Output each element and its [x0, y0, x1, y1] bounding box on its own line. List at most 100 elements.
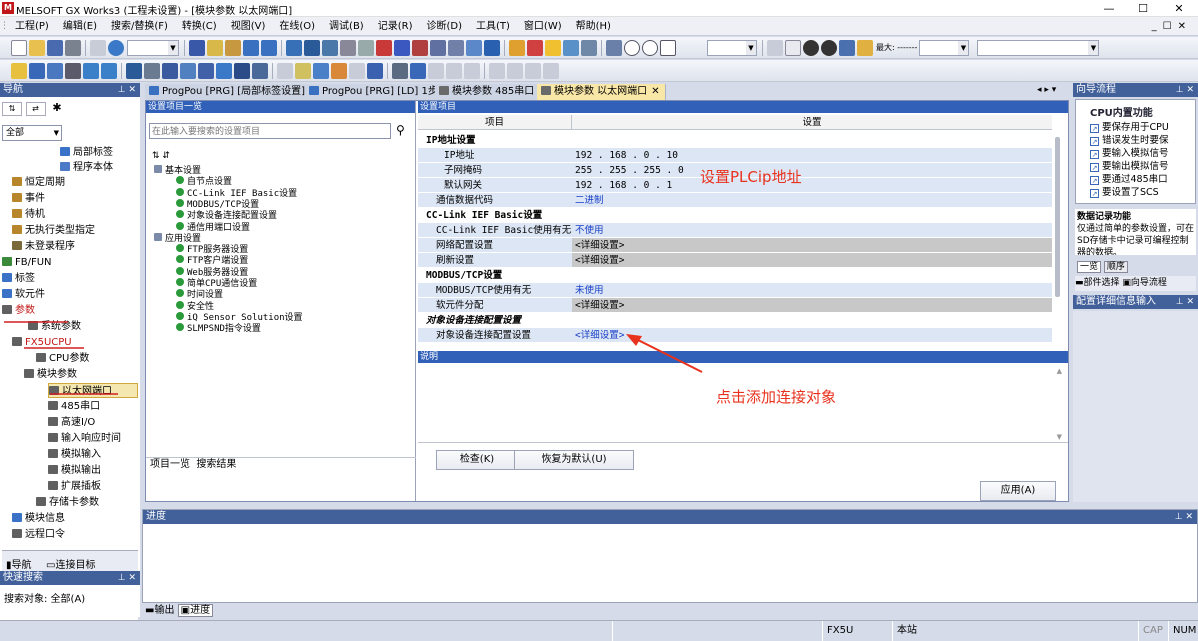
menu-item-3[interactable]: 转换(C): [175, 17, 224, 36]
find-icon[interactable]: [340, 40, 356, 56]
settings-tree-item[interactable]: 安全性: [176, 300, 214, 313]
settings-tree-item[interactable]: 自节点设置: [176, 176, 232, 188]
window-tile-icon[interactable]: [563, 40, 579, 56]
grid-row[interactable]: 刷新设置 <详细设置>: [418, 253, 1052, 268]
tree-item[interactable]: 高速I/O: [48, 415, 95, 430]
grid-row[interactable]: 对象设备连接配置设置 <详细设置>: [418, 328, 1052, 343]
target-combo[interactable]: ▼: [977, 40, 1100, 56]
note-icon[interactable]: [180, 63, 196, 79]
statement-icon[interactable]: [162, 63, 178, 79]
grid-setting-value[interactable]: 二进制: [572, 193, 1052, 208]
grid-group-row[interactable]: IP地址设置: [418, 133, 1052, 148]
tree-item[interactable]: 485串口: [48, 399, 100, 414]
settings-search-input[interactable]: 在此输入要搜索的设置项目: [149, 123, 391, 139]
tab-output[interactable]: ▬输出: [145, 605, 174, 616]
doc-tab[interactable]: 模块参数 以太网端口 ✕: [537, 84, 666, 100]
grid-setting-value[interactable]: <详细设置>: [572, 253, 1052, 268]
grid-row[interactable]: 软元件分配 <详细设置>: [418, 298, 1052, 313]
monitor-stop-icon[interactable]: [448, 40, 464, 56]
grid-setting-value[interactable]: 192 . 168 . 0 . 1: [572, 178, 1052, 193]
menu-item-11[interactable]: 帮助(H): [569, 17, 618, 36]
grid-setting-value[interactable]: 255 . 255 . 255 . 0: [572, 163, 1052, 178]
grid-setting-value[interactable]: <详细设置>: [572, 298, 1052, 313]
settings-tree-item[interactable]: FTP服务器设置: [176, 244, 248, 256]
layout-icon[interactable]: [767, 40, 783, 56]
cross-ref-icon[interactable]: [216, 63, 232, 79]
list-icon[interactable]: [446, 63, 462, 79]
tab-connection-target[interactable]: ▭连接目标: [46, 556, 95, 571]
grid-icon[interactable]: [428, 63, 444, 79]
io-icon[interactable]: [392, 63, 408, 79]
settings-tree-item[interactable]: 时间设置: [176, 289, 223, 301]
tab-navigation[interactable]: ▮导航: [6, 556, 32, 571]
replace-icon[interactable]: [358, 40, 374, 56]
doc-tab[interactable]: ProgPou [PRG] [LD] 1步: [305, 84, 444, 100]
minimize-button[interactable]: —: [1092, 0, 1126, 17]
sim-start-icon[interactable]: [545, 40, 561, 56]
watch-icon[interactable]: [484, 40, 500, 56]
view2-icon[interactable]: [507, 63, 523, 79]
cut-icon[interactable]: [189, 40, 205, 56]
wizard-item[interactable]: ↗ 错误发生时要保: [1076, 134, 1195, 147]
sim-stop-icon[interactable]: [527, 40, 543, 56]
event-icon[interactable]: [331, 63, 347, 79]
grid-group-row[interactable]: CC-Link IEF Basic设置: [418, 208, 1052, 223]
progress-pin-icon[interactable]: ⊥ ✕: [1175, 510, 1193, 524]
grid-row[interactable]: MODBUS/TCP使用有无 未使用: [418, 283, 1052, 298]
grid-setting-value[interactable]: 未使用: [572, 283, 1052, 298]
verify-plc-icon[interactable]: [412, 40, 428, 56]
tree-item[interactable]: 模拟输入: [48, 447, 101, 462]
tab-scroll-arrows[interactable]: ◂ ▸ ▾: [1037, 85, 1056, 95]
grid-row[interactable]: CC-Link IEF Basic使用有无 不使用: [418, 223, 1052, 238]
grid-group-row[interactable]: 对象设备连接配置设置: [418, 313, 1052, 328]
binoculars-search-icon[interactable]: ⚲: [396, 123, 405, 137]
doc-tab[interactable]: 模块参数 485串口: [435, 84, 541, 100]
simulator-icon[interactable]: [509, 40, 525, 56]
grid-setting-value[interactable]: 不使用: [572, 223, 1052, 238]
tab-search-results[interactable]: 搜索结果: [196, 459, 236, 470]
grid-row[interactable]: 网络配置设置 <详细设置>: [418, 238, 1052, 253]
restore-default-button[interactable]: 恢复为默认(U): [514, 450, 634, 470]
module-icon[interactable]: [367, 63, 383, 79]
detail-pin-icon[interactable]: ⊥ ✕: [1176, 295, 1194, 309]
grid-setting-value[interactable]: 192 . 168 . 0 . 10: [572, 148, 1052, 163]
undo-icon[interactable]: [243, 40, 259, 56]
wizard-item[interactable]: ↗ 要通过485串口: [1076, 173, 1195, 186]
diagnostic-icon[interactable]: [313, 63, 329, 79]
wizard-item[interactable]: ↗ 要保存用于CPU: [1076, 121, 1195, 134]
tab-sequence-view[interactable]: 顺序: [1103, 261, 1128, 273]
convert-all-icon[interactable]: [304, 40, 320, 56]
frame-icon[interactable]: [785, 40, 801, 56]
grid-scrollbar[interactable]: [1055, 137, 1060, 297]
tree-sort-icons[interactable]: ⇅ ⇵: [152, 151, 170, 161]
tab-parts-select[interactable]: ▬部件选择: [1075, 278, 1120, 288]
table-icon[interactable]: [464, 63, 480, 79]
menu-item-10[interactable]: 窗口(W): [517, 17, 569, 36]
device-monitor-icon[interactable]: [466, 40, 482, 56]
online-write-icon[interactable]: [295, 63, 311, 79]
settings-tree-item[interactable]: 简单CPU通信设置: [176, 278, 257, 290]
grid-row[interactable]: 通信数据代码 二进制: [418, 193, 1052, 208]
tab-wizard-flow[interactable]: ▣向导流程: [1122, 278, 1167, 288]
grid-group-row[interactable]: MODBUS/TCP设置: [418, 268, 1052, 283]
tab-close-icon[interactable]: ✕: [651, 86, 659, 97]
settings-tree-item[interactable]: Web服务器设置: [176, 266, 248, 279]
record-stop-icon[interactable]: [821, 40, 837, 56]
menu-item-7[interactable]: 记录(R): [371, 17, 420, 36]
settings-tree-item[interactable]: FTP客户端设置: [176, 255, 248, 267]
tree-item[interactable]: 远程口令: [12, 527, 65, 542]
menu-item-9[interactable]: 工具(T): [469, 17, 517, 36]
menu-item-5[interactable]: 在线(O): [272, 17, 322, 36]
quick-search-scope[interactable]: 搜索对象: 全部(A): [0, 585, 140, 610]
close-button[interactable]: ✕: [1162, 0, 1196, 17]
monitor-icon[interactable]: [430, 40, 446, 56]
view3-icon[interactable]: [525, 63, 541, 79]
menu-item-6[interactable]: 调试(B): [322, 17, 371, 36]
wizard-item[interactable]: ↗ 要输出模拟信号: [1076, 160, 1195, 173]
settings-tree-item[interactable]: iQ Sensor Solution设置: [176, 311, 303, 324]
zoom-out-icon[interactable]: [642, 40, 658, 56]
scroll-down-icon[interactable]: ▼: [1057, 433, 1062, 441]
settings-tree-item[interactable]: MODBUS/TCP设置: [176, 198, 259, 211]
grid-setting-value[interactable]: <详细设置>: [572, 238, 1052, 253]
sample-icon[interactable]: [349, 63, 365, 79]
